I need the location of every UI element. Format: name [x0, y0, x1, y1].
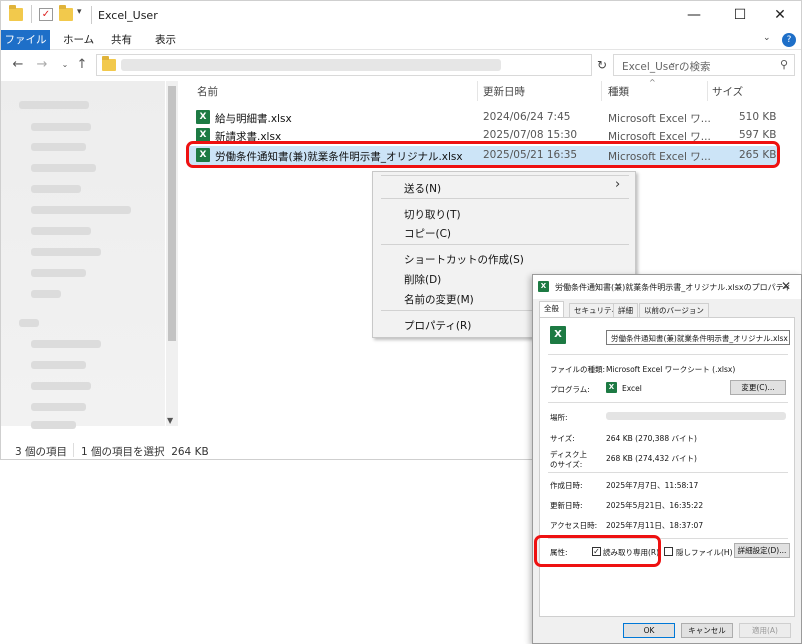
column-name[interactable]: 名前	[197, 84, 218, 99]
selection-info: 1 個の項目を選択 264 KB	[81, 446, 209, 458]
column-type[interactable]: 種類	[608, 84, 629, 99]
file-date: 2024/06/24 7:45	[483, 111, 571, 123]
sidebar-scroll-thumb[interactable]	[168, 86, 176, 341]
advanced-button[interactable]: 詳細設定(D)...	[734, 543, 790, 558]
up-arrow-icon[interactable]: ↑	[73, 55, 91, 75]
ok-button[interactable]: OK	[623, 623, 675, 638]
dialog-title-bar: X 労働条件通知書(兼)就業条件明示書_オリジナル.xlsxのプロパティ ✕	[533, 275, 801, 299]
menu-item-copy[interactable]: コピー(C)	[404, 226, 451, 241]
hidden-checkbox[interactable]	[664, 547, 673, 556]
menu-item-delete[interactable]: 削除(D)	[404, 272, 441, 287]
forward-arrow-icon[interactable]: →	[33, 55, 51, 75]
column-date[interactable]: 更新日時	[483, 84, 525, 99]
highlight-readonly-attribute	[534, 535, 661, 567]
menu-item-rename[interactable]: 名前の変更(M)	[404, 292, 474, 307]
ribbon-tabs: ファイル ホーム 共有 表示 ⌄ ?	[1, 30, 801, 50]
navigation-bar: ← → ⌄ ↑ ⌄ ↻ Excel_Userの検索 ⚲	[1, 51, 801, 79]
menu-item-send-to[interactable]: 送る(N)	[404, 181, 441, 196]
chevron-down-icon[interactable]: ⌄	[763, 33, 771, 43]
menu-item-create-shortcut[interactable]: ショートカットの作成(S)	[404, 252, 524, 267]
column-size[interactable]: サイズ	[712, 84, 743, 99]
file-type-label: ファイルの種類:	[550, 365, 606, 374]
new-folder-icon[interactable]	[59, 5, 73, 21]
folder-icon	[9, 5, 23, 21]
apply-button[interactable]: 適用(A)	[739, 623, 791, 638]
file-size: 510 KB	[739, 111, 777, 123]
refresh-icon[interactable]: ↻	[593, 54, 611, 76]
menu-item-cut[interactable]: 切り取り(T)	[404, 207, 461, 222]
properties-check-icon[interactable]: ✓	[39, 8, 53, 21]
disk-size-value: 268 KB (274,432 バイト)	[606, 454, 697, 463]
properties-dialog: X 労働条件通知書(兼)就業条件明示書_オリジナル.xlsxのプロパティ ✕ 全…	[532, 274, 802, 644]
excel-file-icon: X	[196, 110, 210, 124]
chevron-right-icon: ›	[615, 177, 621, 192]
highlight-selected-file	[186, 141, 780, 168]
accessed-label: アクセス日時:	[550, 521, 598, 530]
address-bar[interactable]: ⌄	[96, 54, 677, 76]
file-size: 597 KB	[739, 129, 777, 141]
dialog-title: 労働条件通知書(兼)就業条件明示書_オリジナル.xlsxのプロパティ	[555, 283, 792, 292]
modified-label: 更新日時:	[550, 501, 583, 510]
tab-share[interactable]: 共有	[101, 30, 142, 50]
file-date: 2025/07/08 15:30	[483, 129, 578, 141]
disk-size-label-2: のサイズ:	[550, 460, 583, 469]
tab-general[interactable]: 全般	[539, 301, 564, 317]
quick-access-dropdown-icon[interactable]: ▾	[77, 7, 82, 17]
hidden-label[interactable]: 隠しファイル(H)	[676, 547, 733, 558]
location-label: 場所:	[550, 413, 568, 422]
created-value: 2025年7月7日、11:58:17	[606, 481, 699, 490]
address-path-blurred	[121, 59, 501, 71]
change-button[interactable]: 変更(C)...	[730, 380, 786, 395]
navigation-pane: ▼	[1, 81, 181, 433]
tab-previous-versions[interactable]: 以前のバージョン	[639, 303, 709, 317]
minimize-button[interactable]: —	[671, 1, 717, 30]
program-value: Excel	[622, 384, 642, 393]
search-icon[interactable]: ⚲	[780, 58, 788, 71]
close-button[interactable]: ✕	[757, 1, 802, 30]
size-value: 264 KB (270,388 バイト)	[606, 434, 697, 443]
excel-file-icon: X	[196, 128, 210, 142]
folder-icon	[102, 56, 116, 71]
scroll-down-icon[interactable]: ▼	[167, 416, 173, 425]
file-name: 給与明細書.xlsx	[215, 113, 292, 125]
title-bar: ✓ ▾ Excel_User — ☐ ✕	[1, 1, 801, 30]
tab-file[interactable]: ファイル	[1, 30, 50, 50]
recent-dropdown-icon[interactable]: ⌄	[56, 55, 74, 75]
created-label: 作成日時:	[550, 481, 583, 490]
search-input[interactable]: Excel_Userの検索 ⚲	[613, 54, 795, 76]
item-count: 3 個の項目	[15, 446, 68, 458]
excel-file-icon: X	[550, 326, 566, 344]
dialog-close-icon[interactable]: ✕	[781, 279, 791, 293]
filename-field[interactable]: 労働条件通知書(兼)就業条件明示書_オリジナル.xlsx	[606, 330, 790, 345]
cancel-button[interactable]: キャンセル	[681, 623, 733, 638]
general-panel: X 労働条件通知書(兼)就業条件明示書_オリジナル.xlsx ファイルの種類: …	[539, 317, 795, 617]
accessed-value: 2025年7月11日、18:37:07	[606, 521, 704, 530]
file-type: Microsoft Excel ワ...	[608, 113, 711, 125]
navigation-pane-blurred	[1, 81, 165, 429]
back-arrow-icon[interactable]: ←	[9, 55, 27, 75]
modified-value: 2025年5月21日、16:35:22	[606, 501, 704, 510]
excel-file-icon: X	[538, 281, 549, 292]
file-type-value: Microsoft Excel ワークシート (.xlsx)	[606, 365, 736, 374]
size-label: サイズ:	[550, 434, 575, 443]
tab-view[interactable]: 表示	[145, 30, 186, 50]
sort-up-icon: ^	[649, 78, 656, 87]
search-placeholder: Excel_Userの検索	[622, 61, 711, 73]
location-value-blurred	[606, 412, 786, 420]
window-title: Excel_User	[98, 9, 158, 22]
tab-details[interactable]: 詳細	[613, 303, 638, 317]
file-row[interactable]: X 給与明細書.xlsx 2024/06/24 7:45 Microsoft E…	[189, 108, 779, 126]
program-label: プログラム:	[550, 385, 590, 394]
menu-item-properties[interactable]: プロパティ(R)	[404, 318, 471, 333]
file-list-header: 名前 ^ 更新日時 種類 サイズ	[189, 78, 789, 101]
help-icon[interactable]: ?	[782, 33, 796, 47]
excel-program-icon: X	[606, 382, 617, 393]
tab-home[interactable]: ホーム	[53, 30, 104, 50]
